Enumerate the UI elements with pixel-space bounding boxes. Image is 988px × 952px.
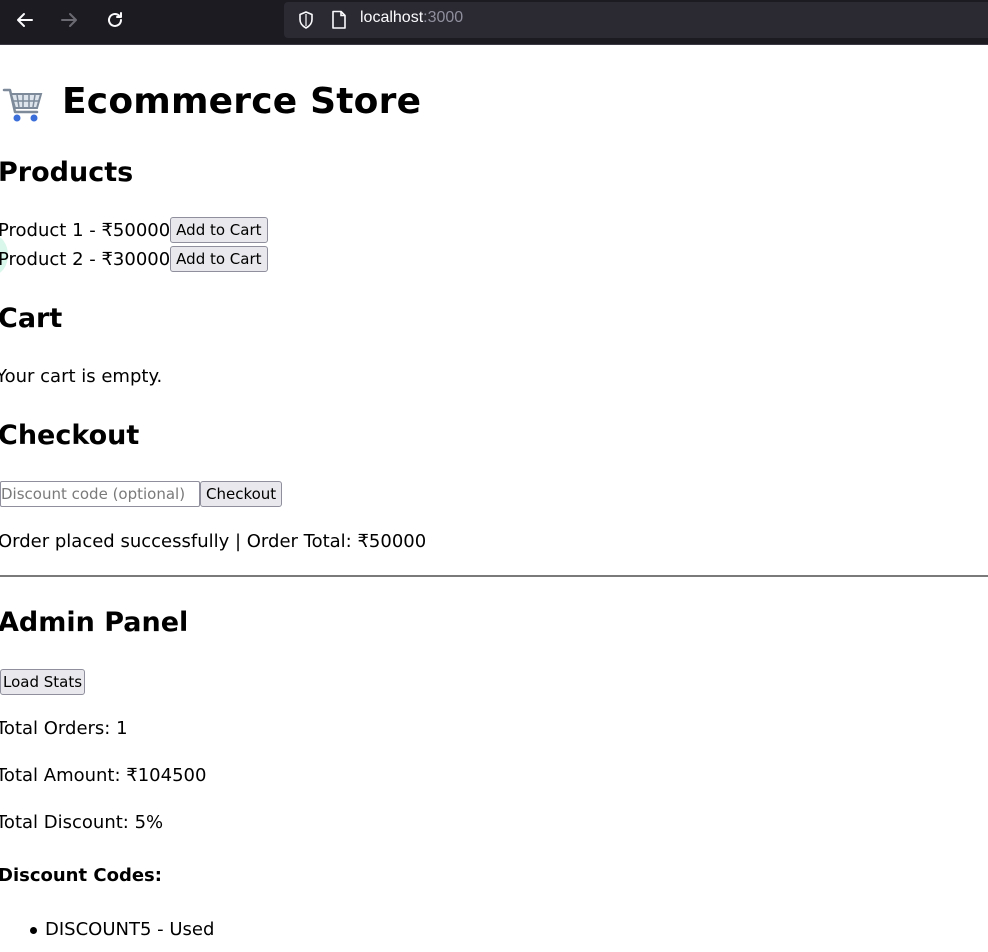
product-row: Product 2 - ₹30000 Add to Cart xyxy=(0,246,268,272)
cart-heading: Cart xyxy=(0,303,63,334)
page-content: Ecommerce Store Products Product 1 - ₹50… xyxy=(0,45,988,952)
browser-toolbar: localhost:3000 xyxy=(0,0,988,45)
total-discount: Total Discount: 5% xyxy=(0,812,164,833)
product-label: Product 1 - ₹50000 xyxy=(0,219,171,241)
checkout-button[interactable]: Checkout xyxy=(200,481,283,507)
load-stats-button[interactable]: Load Stats xyxy=(0,669,86,695)
arrow-left-icon xyxy=(17,13,33,27)
page-info-icon[interactable] xyxy=(330,10,348,30)
checkout-heading: Checkout xyxy=(0,420,140,451)
add-to-cart-button[interactable]: Add to Cart xyxy=(170,246,268,272)
url-port: :3000 xyxy=(423,9,464,26)
total-amount: Total Amount: ₹104500 xyxy=(0,765,207,786)
url-host: localhost xyxy=(360,9,424,26)
discount-codes-heading: Discount Codes: xyxy=(0,865,162,886)
total-orders: Total Orders: 1 xyxy=(0,718,128,739)
cart-empty-message: Your cart is empty. xyxy=(0,366,163,387)
reload-icon xyxy=(108,12,122,27)
product-row: Product 1 - ₹50000 Add to Cart xyxy=(0,217,268,243)
list-bullet xyxy=(30,927,37,934)
discount-code-item: DISCOUNT5 - Used xyxy=(45,919,215,940)
forward-button[interactable] xyxy=(54,6,84,34)
page-title: Ecommerce Store xyxy=(62,81,422,122)
discount-code-input[interactable] xyxy=(0,481,200,507)
shield-icon[interactable] xyxy=(296,10,316,30)
add-to-cart-button[interactable]: Add to Cart xyxy=(170,217,268,243)
order-status-message: Order placed successfully | Order Total:… xyxy=(0,531,427,552)
back-button[interactable] xyxy=(10,6,40,34)
divider xyxy=(0,575,988,577)
arrow-right-icon xyxy=(61,13,77,27)
address-bar[interactable]: localhost:3000 xyxy=(284,2,988,38)
url-text[interactable]: localhost:3000 xyxy=(360,9,463,27)
reload-button[interactable] xyxy=(100,6,130,34)
product-label: Product 2 - ₹30000 xyxy=(0,248,171,270)
products-heading: Products xyxy=(0,157,134,188)
admin-heading: Admin Panel xyxy=(0,607,189,638)
shopping-cart-icon xyxy=(2,88,43,122)
